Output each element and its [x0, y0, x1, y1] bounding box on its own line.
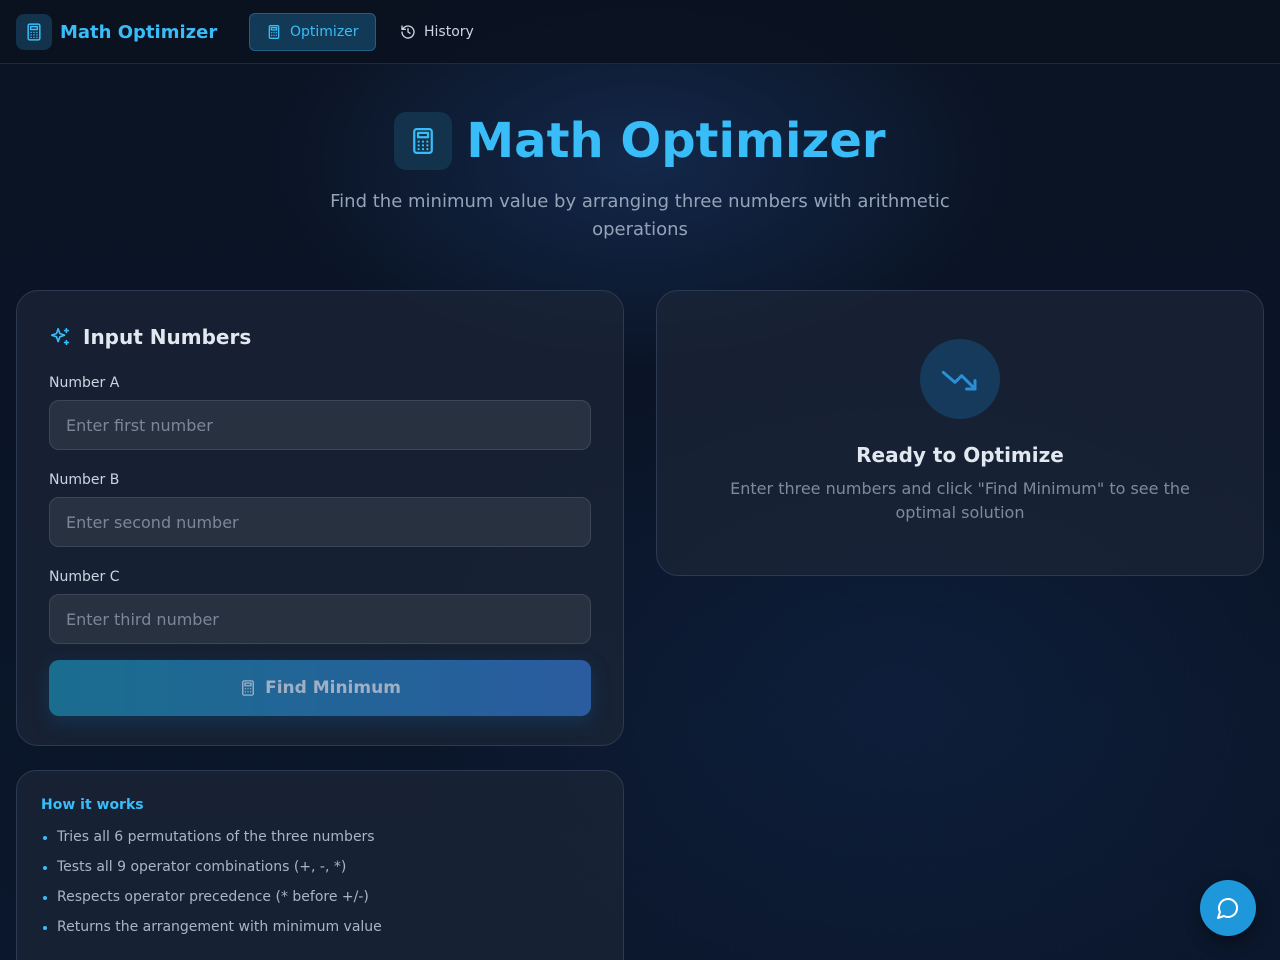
tab-optimizer[interactable]: Optimizer: [249, 13, 376, 51]
brand[interactable]: Math Optimizer: [16, 14, 217, 50]
trending-down-icon: [920, 339, 1000, 419]
sparkles-icon: [49, 326, 71, 348]
calculator-icon: [394, 112, 453, 170]
list-item: Tests all 9 operator combinations (+, -,…: [41, 857, 599, 877]
page-subtitle: Find the minimum value by arranging thre…: [330, 191, 950, 240]
page-title: Math Optimizer: [466, 113, 886, 169]
list-item: Returns the arrangement with minimum val…: [41, 917, 599, 937]
top-nav: Math Optimizer Optimizer History: [0, 0, 1280, 64]
number-c-input[interactable]: [49, 594, 591, 644]
number-a-label: Number A: [49, 375, 120, 391]
card-title: Input Numbers: [83, 325, 252, 349]
hero: Math Optimizer Find the minimum value by…: [0, 104, 1280, 244]
tab-history[interactable]: History: [384, 13, 490, 51]
number-b-label: Number B: [49, 472, 120, 488]
find-minimum-label: Find Minimum: [265, 678, 401, 698]
list-item: Respects operator precedence (* before +…: [41, 887, 599, 907]
how-it-works-list: Tries all 6 permutations of the three nu…: [41, 827, 599, 937]
number-b-input[interactable]: [49, 497, 591, 547]
calculator-icon: [239, 679, 257, 697]
calculator-icon: [16, 14, 52, 50]
calculator-icon: [266, 24, 282, 40]
result-title: Ready to Optimize: [856, 443, 1064, 467]
tab-optimizer-label: Optimizer: [290, 24, 359, 40]
brand-title: Math Optimizer: [60, 21, 218, 43]
how-it-works-card: How it works Tries all 6 permutations of…: [16, 770, 624, 960]
chat-bubble-icon: [1216, 896, 1240, 920]
input-card: Input Numbers Number A Number B Number C…: [16, 290, 624, 746]
how-it-works-title: How it works: [41, 797, 144, 813]
result-subtitle: Enter three numbers and click "Find Mini…: [730, 479, 1190, 522]
chat-button[interactable]: [1200, 880, 1256, 936]
number-c-label: Number C: [49, 569, 120, 585]
list-item: Tries all 6 permutations of the three nu…: [41, 827, 599, 847]
result-card: Ready to Optimize Enter three numbers an…: [656, 290, 1264, 576]
find-minimum-button[interactable]: Find Minimum: [49, 660, 591, 716]
history-icon: [400, 24, 416, 40]
number-a-input[interactable]: [49, 400, 591, 450]
tab-history-label: History: [424, 24, 474, 40]
